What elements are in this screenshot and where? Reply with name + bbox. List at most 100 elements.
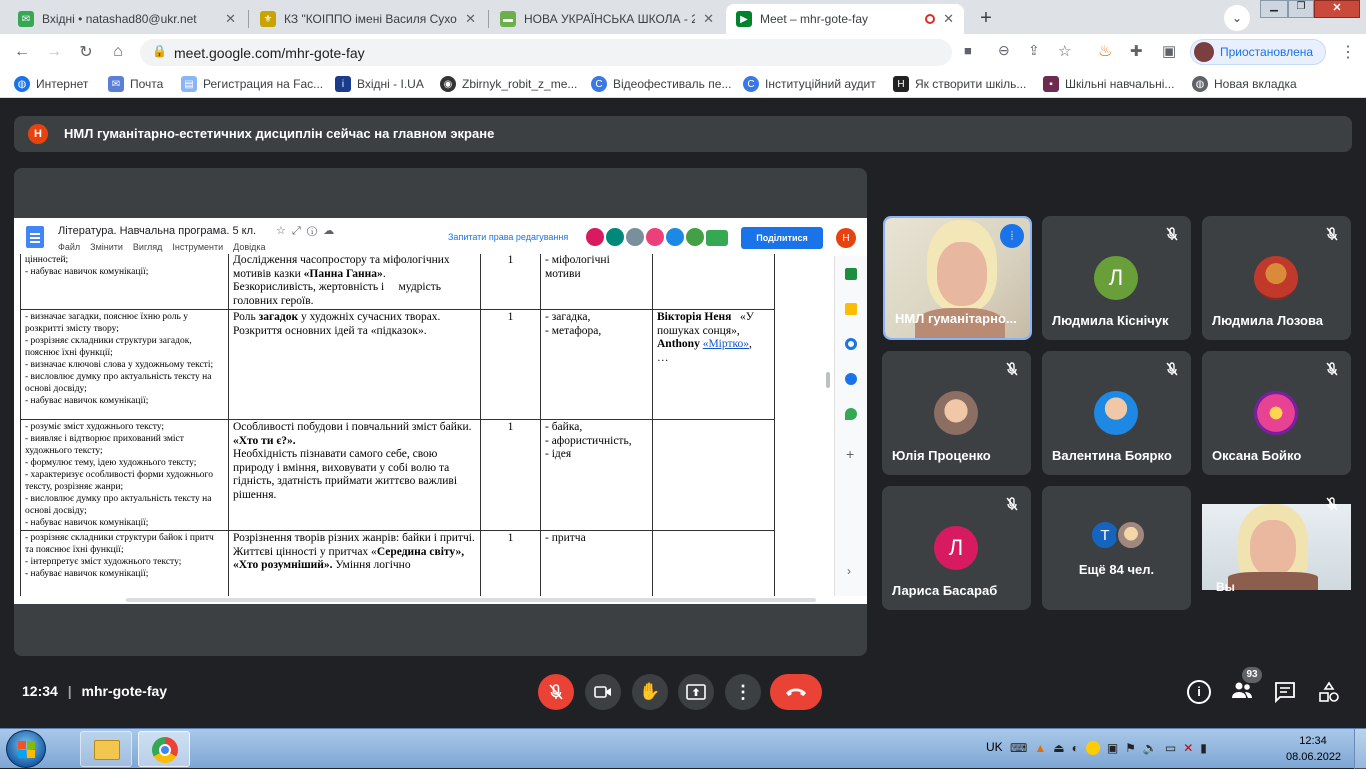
request-edit-link[interactable]: Запитати права редагування — [448, 232, 568, 242]
menu-file[interactable]: Файл — [58, 242, 80, 252]
muted-mic-icon — [1166, 362, 1178, 376]
tray-app-icon[interactable]: ▲ — [1034, 741, 1046, 755]
avatar — [1254, 256, 1298, 300]
browser-tab[interactable]: ✉ Вхідні • natashad80@ukr.net ✕ — [8, 4, 246, 34]
meet-present-icon[interactable] — [706, 230, 728, 246]
more-participants-tile[interactable]: Т Ещё 84 чел. — [1042, 486, 1191, 610]
muted-mic-icon — [1326, 227, 1338, 241]
profile-button[interactable]: Приостановлена — [1190, 39, 1326, 65]
calendar-icon[interactable] — [845, 268, 857, 280]
meeting-details-icon[interactable]: i — [1187, 680, 1211, 704]
bookmark-item[interactable]: C Відеофестиваль пе... — [591, 76, 731, 92]
tray-flag-icon[interactable]: ⚑ — [1125, 741, 1136, 755]
browser-tab-active[interactable]: ▶ Meet – mhr-gote-fay ✕ — [726, 4, 964, 34]
usb-icon[interactable]: ⏏ — [1053, 741, 1064, 755]
share-doc-button[interactable]: Поділитися — [741, 227, 823, 249]
maps-icon[interactable] — [845, 408, 857, 420]
new-tab-button[interactable]: + — [972, 5, 1000, 31]
present-now-button[interactable] — [678, 674, 714, 710]
globe-icon: ◍ — [1192, 76, 1208, 92]
bookmark-item[interactable]: ✉ Почта — [108, 76, 163, 92]
contacts-icon[interactable] — [845, 373, 857, 385]
show-desktop-button[interactable] — [1354, 729, 1366, 769]
tray-coin-icon[interactable] — [1085, 741, 1100, 755]
zoom-icon[interactable]: ⊖ — [998, 42, 1010, 59]
network-error-icon[interactable]: ✕ — [1183, 741, 1193, 755]
chat-button[interactable] — [1274, 681, 1296, 706]
keyboard-language[interactable]: UK — [986, 740, 1003, 754]
back-button[interactable]: ← — [10, 40, 34, 64]
doc-user-avatar[interactable]: Н — [836, 228, 856, 248]
bookmark-item[interactable]: H Як створити шкіль... — [893, 76, 1026, 92]
doc-horizontal-scrollbar[interactable] — [126, 598, 816, 602]
table-cell: 1 — [480, 419, 541, 531]
participant-tile-speaking[interactable]: ⦙ НМЛ гуманітарно... — [883, 216, 1032, 340]
taskbar-explorer[interactable] — [80, 731, 132, 767]
bookmark-item[interactable]: ◍ Интернет — [14, 76, 88, 92]
participant-face — [1250, 520, 1296, 576]
display-icon[interactable]: ▭ — [1165, 741, 1176, 755]
doc-title-icons: ☆ ⤢ ⓘ ☁ — [276, 225, 335, 237]
raise-hand-button[interactable]: ✋ — [632, 674, 668, 710]
bookmark-item[interactable]: ▪ Шкільні навчальні... — [1043, 76, 1174, 92]
browser-menu-icon[interactable]: ⋮ — [1340, 42, 1356, 62]
muted-mic-icon — [1326, 362, 1338, 376]
doc-body: цінностей; - набуває навичок комунікації;… — [14, 254, 834, 596]
bookmark-item[interactable]: ◍ Новая вкладка — [1192, 76, 1297, 92]
bookmark-star-icon[interactable]: ☆ — [1058, 42, 1071, 60]
table-cell: - визначає загадки, пояснює їхню роль у … — [20, 309, 229, 420]
bookmarks-bar: ◍ Интернет ✉ Почта ▤ Регистрация на Fac... … — [0, 70, 1366, 98]
sound-settings-icon[interactable]: ◐ — [1072, 741, 1079, 755]
keep-icon[interactable] — [845, 303, 857, 315]
close-window-button[interactable]: ✕ — [1314, 0, 1360, 18]
folder-icon — [94, 740, 120, 760]
browser-tab[interactable]: ▬ НОВА УКРАЇНСЬКА ШКОЛА - 20 ✕ — [490, 4, 724, 34]
side-panel-icon[interactable]: ▣ — [1162, 42, 1176, 60]
start-button[interactable] — [6, 730, 46, 768]
address-bar[interactable]: 🔒 meet.google.com/mhr-gote-fay ■ ⊖ ⇪ ☆ — [140, 39, 1071, 66]
taskbar-clock[interactable]: 12:34 08.06.2022 — [1286, 733, 1341, 765]
close-tab-icon[interactable]: ✕ — [225, 11, 236, 27]
tab-title: НОВА УКРАЇНСЬКА ШКОЛА - 20 — [524, 12, 696, 26]
menu-tools[interactable]: Інструменти — [172, 242, 223, 252]
forward-button[interactable]: → — [42, 40, 66, 64]
avatar — [1254, 391, 1298, 435]
chevron-right-icon[interactable]: › — [847, 564, 851, 578]
toggle-camera-button[interactable] — [585, 674, 621, 710]
mail-icon: ✉ — [18, 11, 34, 27]
camera-icon[interactable]: ■ — [964, 43, 972, 58]
close-tab-icon[interactable]: ✕ — [703, 11, 714, 27]
people-button[interactable] — [1230, 680, 1256, 704]
minimize-button[interactable]: ▁ — [1260, 0, 1288, 18]
browser-tab[interactable]: ⚜ КЗ "КОІППО імені Василя Сухом ✕ — [250, 4, 486, 34]
maximize-button[interactable]: ❐ — [1288, 0, 1314, 18]
more-options-button[interactable]: ⋮ — [725, 674, 761, 710]
more-participants-label: Ещё 84 чел. — [1078, 562, 1155, 577]
bookmark-item[interactable]: C Інституційний аудит — [743, 76, 876, 92]
add-addon-icon[interactable]: + — [846, 446, 854, 462]
extension-fire-icon[interactable]: ♨ — [1098, 41, 1112, 61]
bookmark-item[interactable]: ▤ Регистрация на Fac... — [181, 76, 323, 92]
leave-call-button[interactable] — [770, 674, 822, 710]
menu-view[interactable]: Вигляд — [133, 242, 163, 252]
menu-help[interactable]: Довідка — [233, 242, 265, 252]
home-button[interactable]: ⌂ — [106, 40, 130, 64]
tab-search-button[interactable]: ⌄ — [1224, 5, 1250, 31]
activities-button[interactable] — [1318, 681, 1340, 706]
battery-icon[interactable]: ▮ — [1200, 741, 1207, 755]
menu-edit[interactable]: Змінити — [90, 242, 123, 252]
network-icon[interactable]: ▣ — [1107, 741, 1118, 755]
volume-icon[interactable]: 🔈 — [1143, 741, 1158, 755]
keyboard-icon[interactable]: ⌨ — [1010, 741, 1027, 755]
chat-icon — [1275, 682, 1295, 704]
tasks-icon[interactable] — [845, 338, 857, 350]
toggle-mic-button[interactable] — [538, 674, 574, 710]
reload-button[interactable]: ↻ — [74, 40, 98, 64]
extensions-puzzle-icon[interactable]: ✚ — [1130, 42, 1143, 60]
share-icon[interactable]: ⇪ — [1028, 42, 1040, 59]
bookmark-item[interactable]: ◉ Zbirnyk_robit_z_me... — [440, 76, 577, 92]
taskbar-chrome[interactable] — [138, 731, 190, 767]
close-tab-icon[interactable]: ✕ — [465, 11, 476, 27]
bookmark-item[interactable]: i Вхідні - I.UA — [335, 76, 424, 92]
close-tab-icon[interactable]: ✕ — [943, 11, 954, 27]
